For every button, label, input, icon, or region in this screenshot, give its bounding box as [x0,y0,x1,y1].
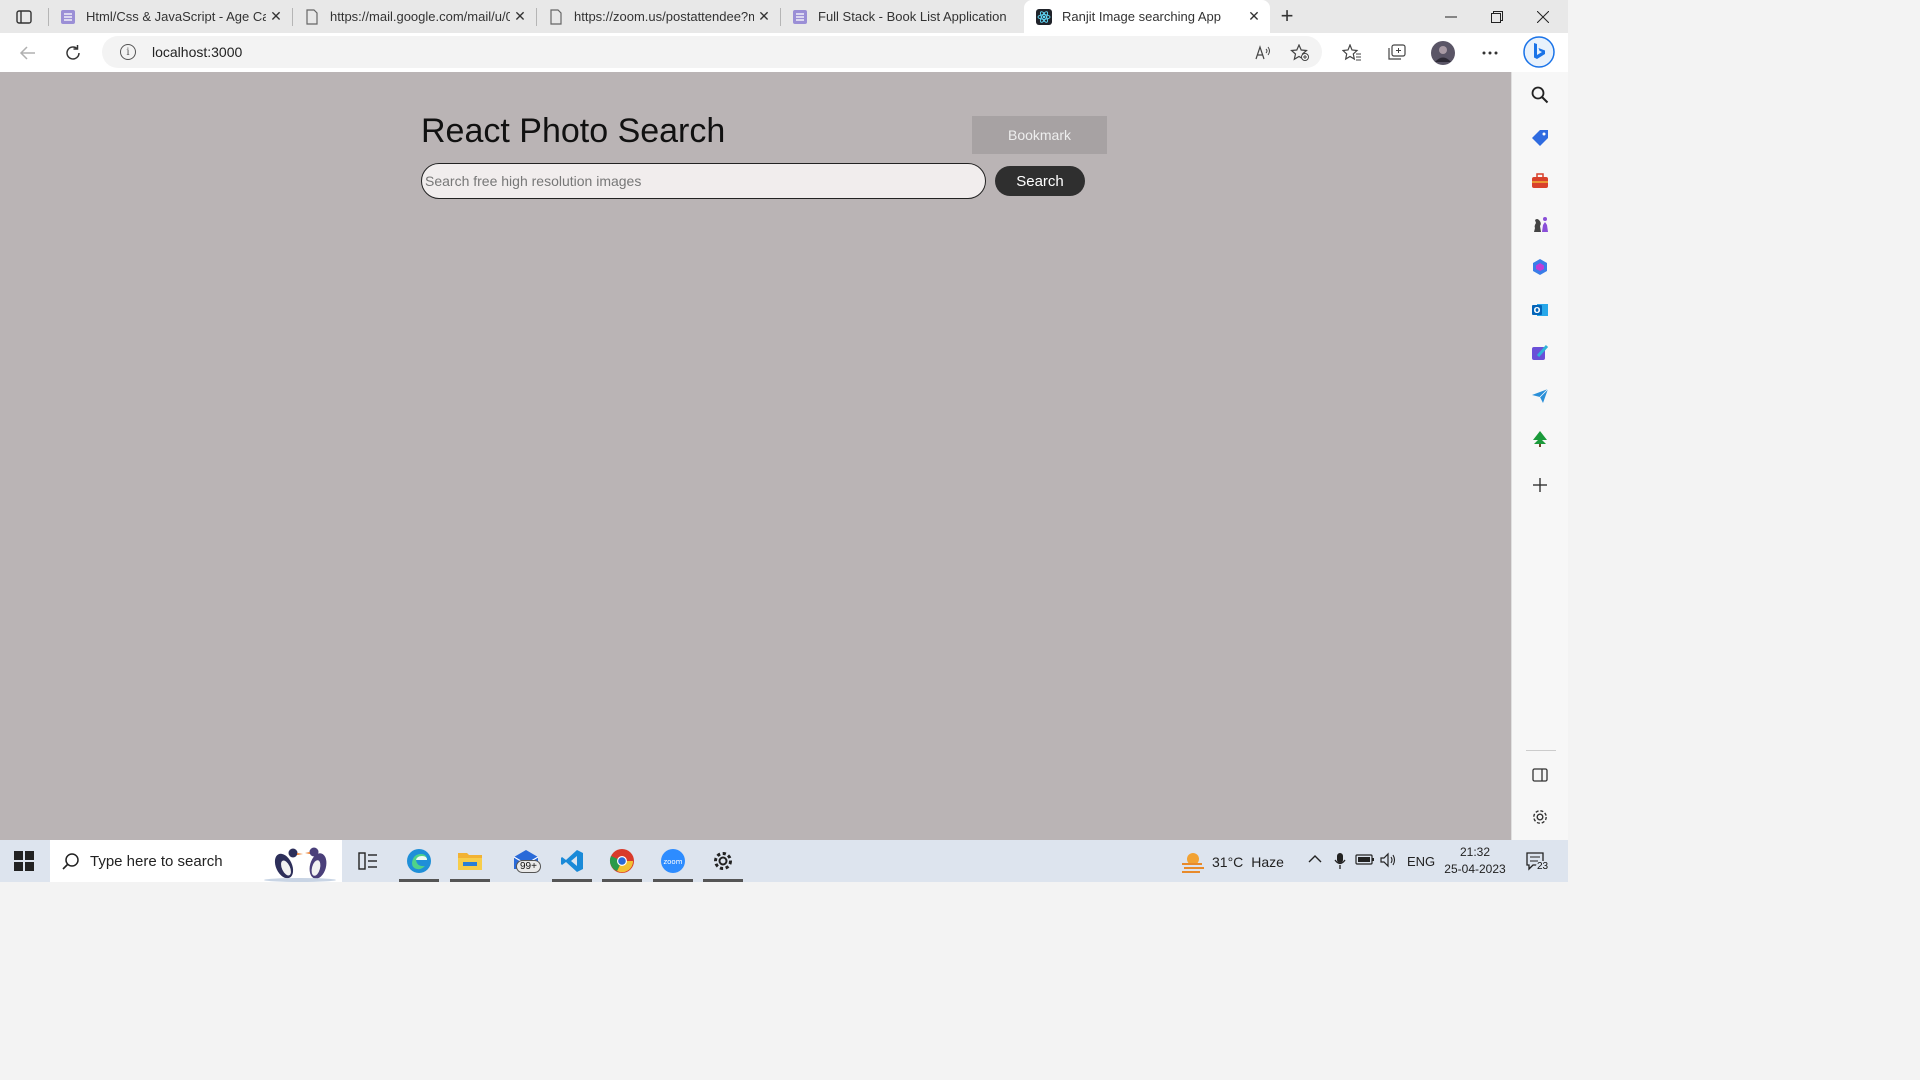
bing-chat-icon[interactable] [1522,35,1556,69]
tab-title: https://zoom.us/postattendee?m [574,9,754,24]
minimize-icon[interactable] [1428,0,1474,33]
page-title: React Photo Search [421,112,726,150]
task-view-icon[interactable] [346,840,390,882]
browser-toolbar: i localhost:3000 [0,33,1568,72]
language-indicator[interactable]: ENG [1407,854,1435,869]
weather-widget[interactable]: 31°C Haze [1180,851,1284,873]
add-favorite-icon[interactable] [1287,40,1313,66]
notification-center-icon[interactable]: 23 [1526,851,1550,878]
close-icon[interactable]: ✕ [266,7,286,27]
list-icon [792,9,808,25]
svg-text:zoom: zoom [663,858,682,866]
react-icon [1036,8,1052,25]
chrome-icon[interactable] [600,840,644,882]
designer-icon[interactable] [1528,341,1552,365]
clock-date: 25-04-2023 [1444,862,1506,876]
bookmark-button[interactable]: Bookmark [972,116,1107,154]
tab-actions-icon[interactable] [10,6,38,28]
tab-title: Ranjit Image searching App [1062,9,1221,24]
close-window-icon[interactable] [1520,0,1566,33]
close-icon[interactable]: ✕ [754,7,774,27]
chevron-up-icon[interactable] [1308,852,1322,867]
close-icon[interactable]: ✕ [1244,7,1264,27]
zoom-icon[interactable]: zoom [651,840,695,882]
battery-icon[interactable] [1355,852,1375,869]
tab-age-calculator[interactable]: Html/Css & JavaScript - Age Calc ✕ [48,0,292,33]
more-options-icon[interactable] [1477,40,1503,66]
microsoft-365-icon[interactable] [1528,255,1552,279]
penguins-illustration-icon [264,847,336,882]
gear-icon[interactable] [1528,805,1552,829]
volume-icon[interactable] [1380,852,1398,871]
tab-gmail[interactable]: https://mail.google.com/mail/u/0 ✕ [292,0,536,33]
restore-icon[interactable] [1474,0,1520,33]
tab-title: Full Stack - Book List Application [818,9,1007,24]
taskbar-search-placeholder: Type here to search [90,853,223,870]
tab-zoom[interactable]: https://zoom.us/postattendee?m ✕ [536,0,780,33]
mail-icon[interactable]: 99+ [504,840,548,882]
edge-taskbar-icon[interactable] [397,840,441,882]
app-page: React Photo Search Bookmark Search [0,72,1511,840]
address-text: localhost:3000 [152,44,243,60]
taskbar-search-box[interactable]: Type here to search [50,840,342,882]
page-icon [304,8,320,25]
weather-description: Haze [1251,854,1284,870]
favorites-icon[interactable] [1339,40,1365,66]
search-icon[interactable] [1528,83,1552,107]
send-icon[interactable] [1528,384,1552,408]
browser-tab-strip: Html/Css & JavaScript - Age Calc ✕ https… [0,0,1568,33]
close-icon[interactable]: ✕ [510,7,530,27]
windows-taskbar: Type here to search 99+ zoom 31°C Haze E… [0,840,1568,882]
svg-text:O: O [1534,306,1541,315]
haze-weather-icon [1182,853,1204,873]
tab-book-list[interactable]: Full Stack - Book List Application [780,0,1024,33]
tab-title: https://mail.google.com/mail/u/0 [330,9,510,24]
new-tab-icon[interactable]: + [1276,5,1298,27]
back-arrow-icon[interactable] [15,40,41,66]
microphone-icon[interactable] [1334,852,1346,873]
games-icon[interactable] [1528,212,1552,236]
search-button[interactable]: Search [995,166,1085,196]
edge-sidebar: O [1511,72,1568,840]
list-icon [60,9,76,25]
file-explorer-icon[interactable] [448,840,492,882]
notification-count: 23 [1536,861,1550,872]
tab-image-search-app[interactable]: Ranjit Image searching App ✕ [1024,0,1270,33]
settings-gear-icon[interactable] [701,840,745,882]
site-info-icon[interactable]: i [120,44,136,60]
address-bar[interactable]: i localhost:3000 [102,36,1322,68]
search-input[interactable] [421,163,986,199]
tools-icon[interactable] [1528,169,1552,193]
windows-start-icon[interactable] [14,851,34,871]
tab-title: Html/Css & JavaScript - Age Calc [86,9,266,24]
collections-icon[interactable] [1384,40,1410,66]
tree-icon[interactable] [1528,427,1552,451]
add-icon[interactable] [1528,473,1552,497]
refresh-icon[interactable] [60,40,86,66]
clock[interactable]: 21:32 25-04-2023 [1440,844,1510,878]
hide-sidebar-icon[interactable] [1528,763,1552,787]
search-icon [62,853,79,870]
mail-badge: 99+ [516,860,541,873]
read-aloud-icon[interactable] [1250,40,1276,66]
page-icon [548,8,564,25]
sidebar-divider [1526,750,1556,751]
weather-temperature: 31°C [1212,854,1244,870]
outlook-icon[interactable]: O [1528,298,1552,322]
vscode-icon[interactable] [550,840,594,882]
profile-avatar[interactable] [1430,40,1456,66]
clock-time: 21:32 [1459,845,1491,859]
shopping-tag-icon[interactable] [1528,126,1552,150]
